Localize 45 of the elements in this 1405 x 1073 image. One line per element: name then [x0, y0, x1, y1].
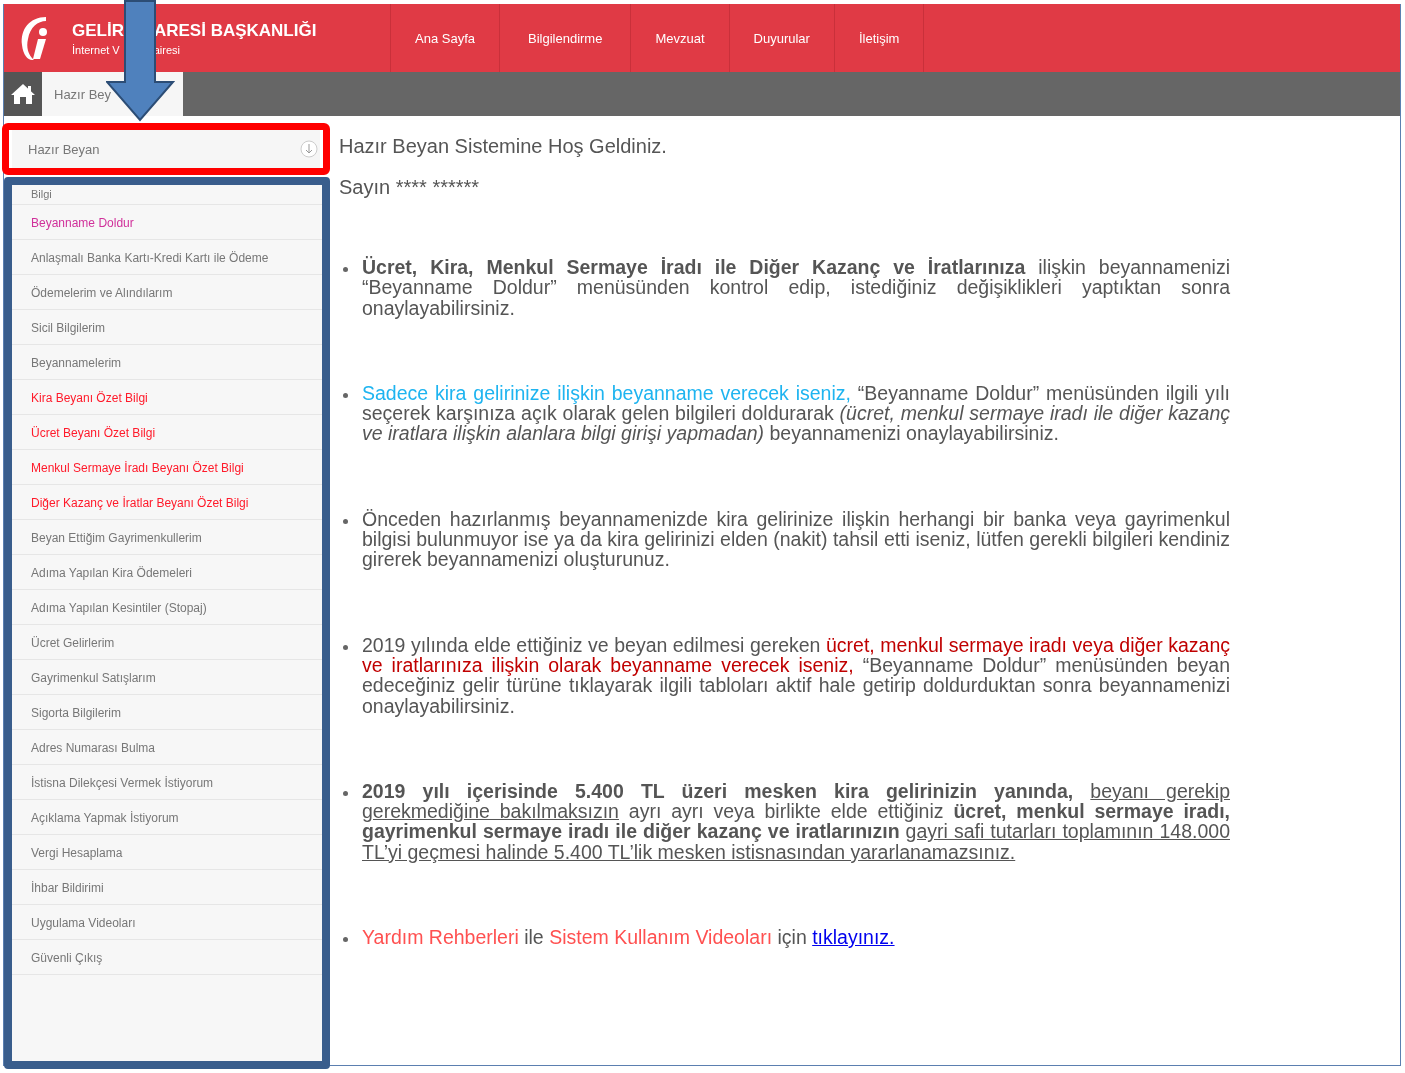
site-title: ARESİ BAŞKANLIĞI — [153, 20, 317, 41]
home-icon — [10, 83, 36, 105]
menu-item[interactable]: Ödemelerim ve Alındılarım — [12, 275, 322, 310]
menu-item[interactable]: Diğer Kazanç ve İratlar Beyanı Özet Bilgi — [12, 485, 322, 520]
info-paragraph: 2019 yılında elde ettiğiniz ve beyan edilmesi gereken ücret, menkul sermaye iradı veya diğer kazanç ve iratlarınıza ilişkin olarak beyanname verecek iseniz, “Beyanname Doldur” menüsünden beyan edeceğiniz gelir türüne tıklayarak ilgili tabloları aktif hale getirip doldurduktan sonra beyannamenizi onaylayabilirsiniz. — [362, 634, 1230, 716]
menu-item[interactable]: Beyan Ettiğim Gayrimenkullerim — [12, 520, 322, 555]
menu-item[interactable]: İstisna Dilekçesi Vermek İstiyorum — [12, 765, 322, 800]
menu-item[interactable]: Ücret Beyanı Özet Bilgi — [12, 415, 322, 450]
site-subtitle: İnternet V — [72, 43, 120, 56]
bullet-icon — [343, 518, 348, 524]
menu-item[interactable]: Sigorta Bilgilerim — [12, 695, 322, 730]
menu-item[interactable]: Beyannamelerim — [12, 345, 322, 380]
menu-item[interactable]: Menkul Sermaye İradı Beyanı Özet Bilgi — [12, 450, 322, 485]
accordion-title: Hazır Beyan — [28, 141, 100, 157]
welcome-heading: Hazır Beyan Sistemine Hoş Geldiniz. — [339, 135, 668, 158]
bullet-icon — [343, 937, 348, 943]
bullet-icon — [343, 392, 348, 398]
site-title: GELİR — [72, 20, 124, 41]
home-button[interactable] — [4, 72, 42, 116]
menu-item[interactable]: Vergi Hesaplama — [12, 835, 322, 870]
menu-item[interactable]: Anlaşmalı Banka Kartı-Kredi Kartı ile Ödeme — [12, 240, 322, 275]
menu-item[interactable]: Ücret Gelirlerim — [12, 625, 322, 660]
help-link[interactable]: tıklayınız. — [812, 926, 895, 949]
menu-item[interactable]: Sicil Bilgilerim — [12, 310, 322, 345]
menu-item[interactable]: Güvenli Çıkış — [12, 940, 322, 975]
menu-item[interactable]: Adıma Yapılan Kesintiler (Stopaj) — [12, 590, 322, 625]
info-paragraph: 2019 yılı içerisinde 5.400 TL üzeri mesken kira gelirinizin yanında, beyanı gerekip gerekmediğine bakılmaksızın ayrı ayrı veya birlikte elde ettiğiniz ücret, menkul sermaye iradı, gayrimenkul sermaye iradı ile diğer kazanç ve iratlarınızın gayri safi tutarları toplamının 148.000 TL’yi geçmesi halinde 5.400 TL’lik mesken istisnasından yararlanamazsınız. — [362, 780, 1230, 863]
menu-item[interactable]: Beyanname Doldur — [12, 205, 322, 240]
menu-item[interactable]: İhbar Bildirimi — [12, 870, 322, 905]
bullet-icon — [343, 267, 348, 272]
greeting-text: Sayın **** ****** — [339, 176, 481, 199]
menu-item[interactable]: Açıklama Yapmak İstiyorum — [12, 800, 322, 835]
menu-item[interactable]: Adres Numarası Bulma — [12, 730, 322, 765]
info-paragraph: Sadece kira gelirinize ilişkin beyanname verecek iseniz, “Beyanname Doldur” menüsünden ilgili yılı seçerek karşınıza açık olarak gelen bilgileri doldurarak (ücret, menkul sermaye iradı ile diğer kazanç ve iratlara ilişkin alanlara bilgi girişi yapmadan) beyannamenizi onaylayabilirsiniz. — [362, 382, 1230, 444]
menu-item[interactable]: Kira Beyanı Özet Bilgi — [12, 380, 322, 415]
accordion-header[interactable]: Hazır Beyan — [12, 130, 320, 168]
info-paragraph: Önceden hazırlanmış beyannamenizde kira gelirinize ilişkin herhangi bir banka veya gayrimenkul bilgisi bulunmuyor ise ya da kira gelirinizi elden (nakit) tahsil etti iseniz, lütfen gerekli bilgileri kendiniz girerek beyannamenizi oluşturunuz. — [362, 508, 1230, 570]
menu-item[interactable]: Bilgi — [12, 185, 322, 205]
menu-item[interactable]: Adıma Yapılan Kira Ödemeleri — [12, 555, 322, 590]
info-paragraph: Yardım Rehberleri ile Sistem Kullanım Videoları için tıklayınız. — [362, 927, 895, 948]
menu-item[interactable]: Uygulama Videoları — [12, 905, 322, 940]
bullet-icon — [343, 644, 348, 650]
info-paragraph: Ücret, Kira, Menkul Sermaye İradı ile Diğer Kazanç ve İratlarınıza ilişkin beyannamenizi “Beyanname Doldur” menüsünden kontrol edip, istediğiniz değişiklikleri yaptıktan sonra onaylayabilirsiniz. — [362, 257, 1230, 318]
menu-item[interactable]: Gayrimenkul Satışlarım — [12, 660, 322, 695]
bullet-icon — [343, 790, 348, 796]
